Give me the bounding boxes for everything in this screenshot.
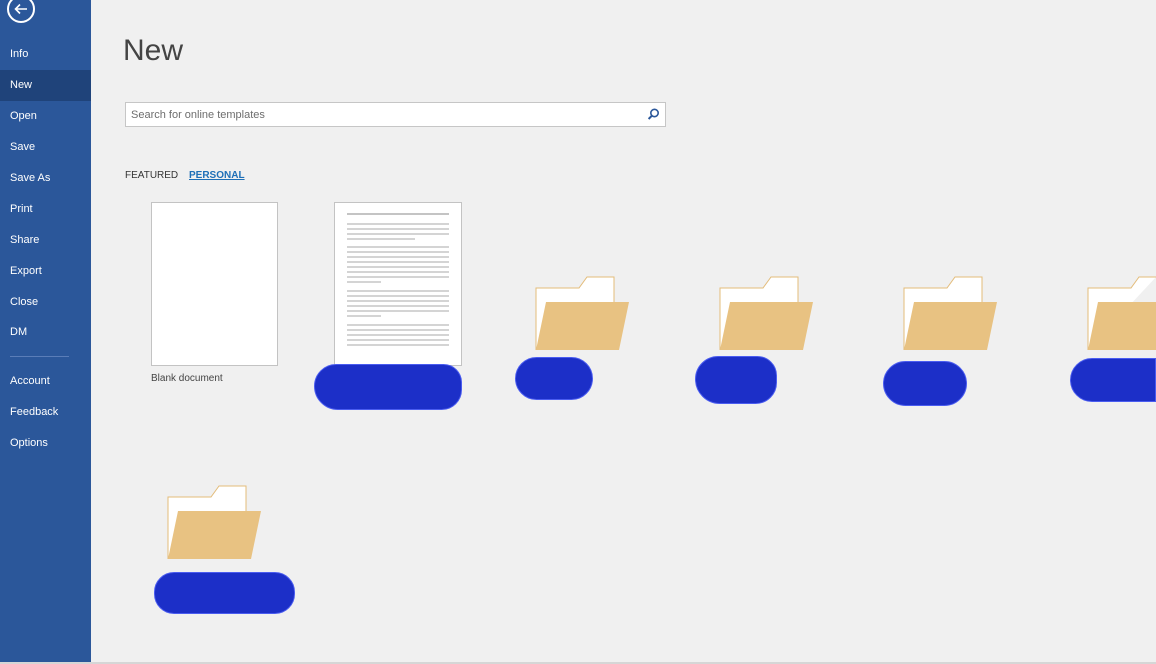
backstage-sidebar: Info New Open Save Save As Print Share E… <box>0 0 91 662</box>
sidebar-item-share[interactable]: Share <box>0 225 91 256</box>
tab-featured[interactable]: FEATURED <box>125 170 178 182</box>
search-box <box>125 102 666 127</box>
redacted-label <box>695 356 777 404</box>
back-arrow-icon[interactable] <box>7 0 35 23</box>
redacted-label <box>314 364 462 410</box>
sidebar-item-export[interactable]: Export <box>0 256 91 287</box>
template-thumbnail[interactable] <box>334 202 462 366</box>
sidebar-item-save[interactable]: Save <box>0 132 91 163</box>
folder-icon[interactable] <box>167 485 263 561</box>
blank-document-label: Blank document <box>151 373 223 384</box>
redacted-label <box>883 361 967 406</box>
folder-icon[interactable] <box>1087 276 1156 352</box>
template-preview-lines <box>347 213 449 346</box>
redacted-label <box>1070 358 1156 402</box>
sidebar-item-print[interactable]: Print <box>0 194 91 225</box>
sidebar-item-open[interactable]: Open <box>0 101 91 132</box>
sidebar-divider <box>10 356 69 357</box>
sidebar-item-save-as[interactable]: Save As <box>0 163 91 194</box>
sidebar-item-new[interactable]: New <box>0 70 91 101</box>
search-input[interactable] <box>126 103 641 126</box>
blank-document-thumbnail[interactable] <box>151 202 278 366</box>
sidebar-item-options[interactable]: Options <box>0 428 91 459</box>
search-icon[interactable] <box>645 106 662 123</box>
folder-icon[interactable] <box>719 276 815 352</box>
redacted-label <box>515 357 593 400</box>
sidebar-item-account[interactable]: Account <box>0 366 91 397</box>
page-title: New <box>123 34 184 67</box>
folder-icon[interactable] <box>903 276 999 352</box>
sidebar-item-info[interactable]: Info <box>0 39 91 70</box>
folder-icon[interactable] <box>535 276 631 352</box>
redacted-label <box>154 572 295 614</box>
sidebar-item-dm[interactable]: DM <box>0 317 91 348</box>
tab-personal[interactable]: PERSONAL <box>189 170 245 182</box>
sidebar-item-feedback[interactable]: Feedback <box>0 397 91 428</box>
sidebar-item-close[interactable]: Close <box>0 287 91 318</box>
